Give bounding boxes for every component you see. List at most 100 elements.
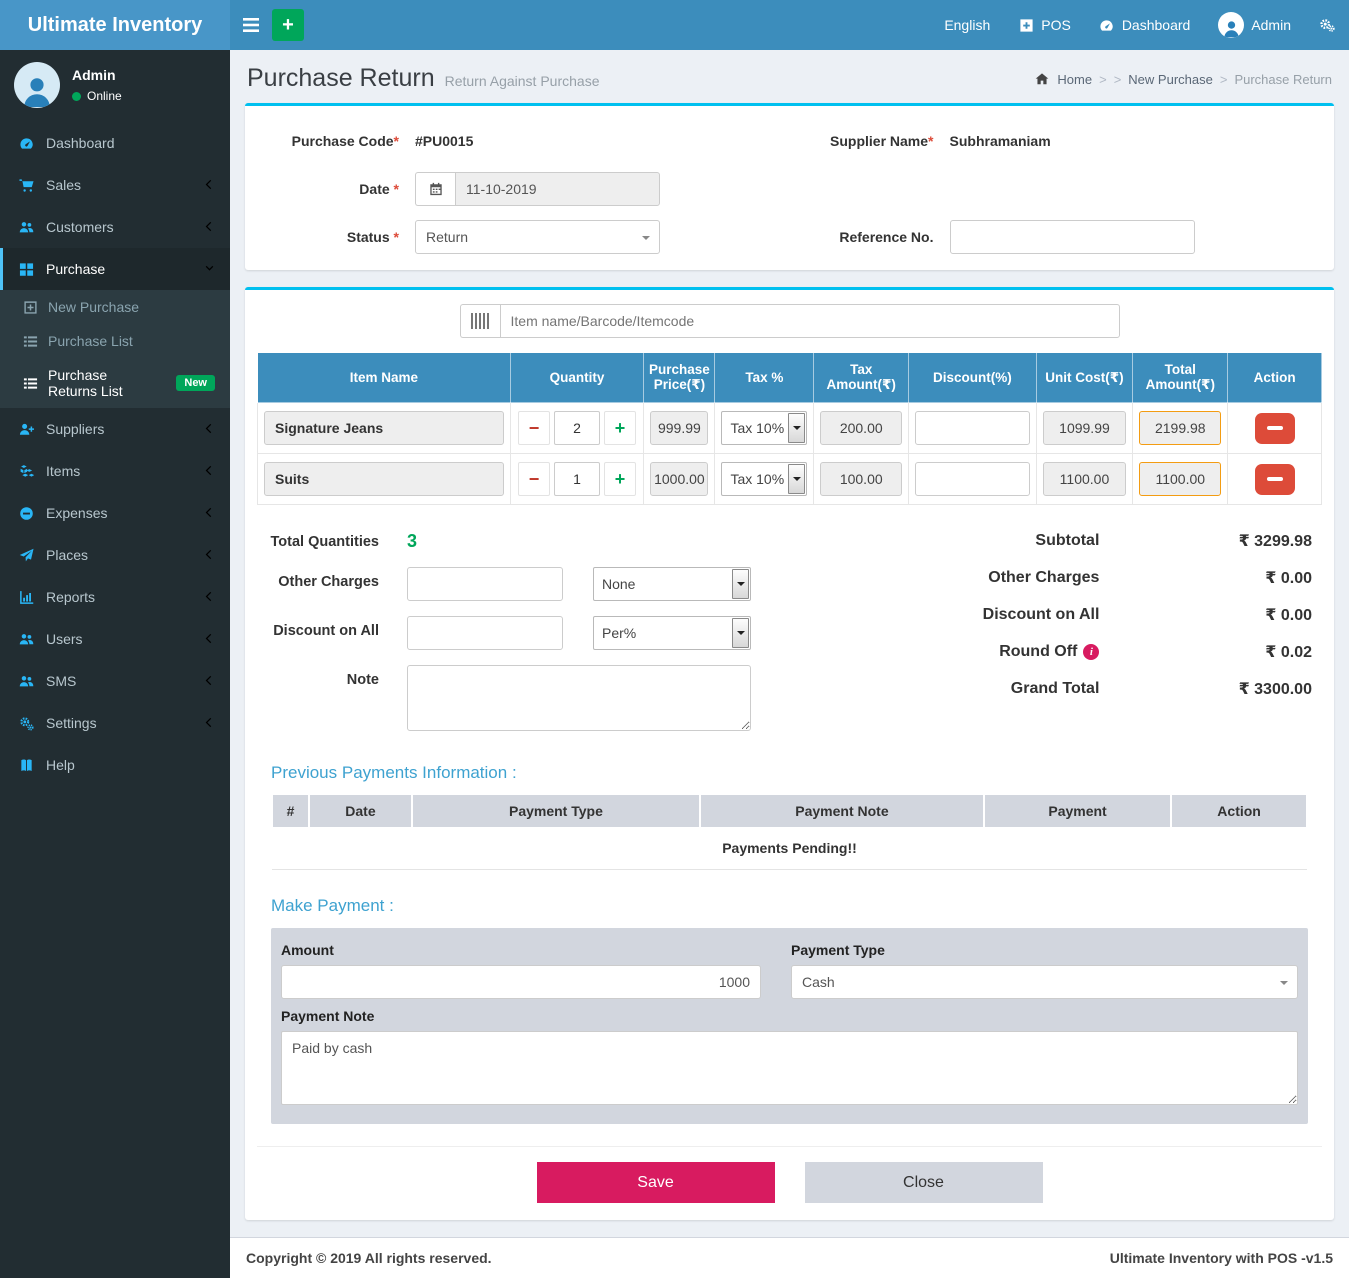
sidebar-item-purchase[interactable]: Purchase: [0, 248, 230, 290]
close-button[interactable]: Close: [805, 1162, 1043, 1203]
previous-payments-table: # Date Payment Type Payment Note Payment…: [271, 795, 1308, 870]
note-textarea[interactable]: [407, 665, 751, 731]
remove-item-button[interactable]: [1255, 413, 1295, 444]
other-charges-total-value: ₹ 0.00: [1099, 568, 1312, 588]
note-label: Note: [267, 665, 407, 688]
status-select[interactable]: Return: [415, 220, 660, 254]
reference-input[interactable]: [950, 220, 1195, 254]
discount-input[interactable]: [915, 411, 1029, 445]
chevron-left-icon: [204, 219, 215, 235]
sidebar-toggle-button[interactable]: [230, 0, 272, 50]
purchase-price: 999.99: [650, 411, 708, 445]
save-button[interactable]: Save: [537, 1162, 775, 1203]
sidebar-item-settings[interactable]: Settings: [0, 702, 230, 744]
quick-add-button[interactable]: +: [272, 9, 304, 41]
user-menu[interactable]: Admin: [1218, 12, 1291, 38]
chevron-down-icon: [204, 261, 215, 277]
discount-on-all-total-value: ₹ 0.00: [1099, 605, 1312, 625]
sidebar-user-name: Admin: [72, 67, 122, 83]
qty-decrease-button[interactable]: −: [518, 462, 550, 496]
other-charges-type-select[interactable]: None: [593, 567, 751, 601]
item-search-input[interactable]: [500, 304, 1120, 338]
discount-type-select[interactable]: Per%: [593, 616, 751, 650]
other-charges-input[interactable]: [407, 567, 563, 601]
pp-col-payment-note: Payment Note: [700, 795, 984, 828]
sidebar-item-places[interactable]: Places: [0, 534, 230, 576]
sidebar-item-help[interactable]: Help: [0, 744, 230, 786]
breadcrumb-home[interactable]: Home: [1057, 72, 1092, 87]
col-tax-amount: Tax Amount(₹): [814, 353, 909, 403]
make-payment-heading: Make Payment :: [271, 896, 1308, 916]
cubes-icon: [18, 463, 34, 479]
page-subtitle: Return Against Purchase: [445, 73, 600, 89]
make-payment-panel: Amount Payment Type Cash Payment Note Pa…: [271, 928, 1308, 1124]
qty-input[interactable]: [554, 411, 600, 445]
tax-select[interactable]: Tax 10%: [721, 462, 807, 496]
date-label: Date *: [255, 181, 415, 197]
app-logo[interactable]: Ultimate Inventory: [0, 0, 230, 50]
home-icon: [1034, 71, 1050, 87]
payment-type-select[interactable]: Cash: [791, 965, 1298, 999]
sidebar-item-reports[interactable]: Reports: [0, 576, 230, 618]
qty-increase-button[interactable]: +: [604, 462, 636, 496]
submenu-item-new-purchase[interactable]: New Purchase: [0, 290, 230, 324]
avatar: [14, 62, 60, 108]
tachometer-icon: [18, 135, 34, 151]
sidebar-menu: Dashboard Sales Customers Purchase N: [0, 122, 230, 1278]
submenu-item-purchase-returns-list[interactable]: Purchase Returns List New: [0, 358, 230, 408]
sidebar-item-customers[interactable]: Customers: [0, 206, 230, 248]
pp-col-payment: Payment: [984, 795, 1171, 828]
submenu-item-purchase-list[interactable]: Purchase List: [0, 324, 230, 358]
total-quantities-label: Total Quantities: [267, 527, 407, 550]
cogs-icon: [1319, 17, 1335, 33]
sidebar-item-users[interactable]: Users: [0, 618, 230, 660]
calendar-icon[interactable]: [415, 172, 455, 206]
sidebar-item-expenses[interactable]: Expenses: [0, 492, 230, 534]
page-header: Purchase Return Return Against Purchase …: [245, 50, 1334, 103]
payment-note-textarea[interactable]: Paid by cash: [281, 1031, 1298, 1105]
minus-circle-icon: [18, 505, 34, 521]
sidebar-item-suppliers[interactable]: Suppliers: [0, 408, 230, 450]
pp-col-number: #: [272, 795, 309, 828]
sidebar-item-sales[interactable]: Sales: [0, 164, 230, 206]
sidebar-item-sms[interactable]: SMS: [0, 660, 230, 702]
tachometer-icon: [1099, 17, 1115, 33]
discount-on-all-input[interactable]: [407, 616, 563, 650]
settings-menu[interactable]: [1319, 17, 1335, 33]
purchase-price: 1000.00: [650, 462, 708, 496]
qty-input[interactable]: [554, 462, 600, 496]
plus-square-outline-icon: [22, 299, 38, 315]
date-input[interactable]: [455, 172, 660, 206]
app-root: Ultimate Inventory Admin Online Dashboar…: [0, 0, 1349, 1278]
pp-col-action: Action: [1171, 795, 1307, 828]
tax-select[interactable]: Tax 10%: [721, 411, 807, 445]
sidebar: Ultimate Inventory Admin Online Dashboar…: [0, 0, 230, 1278]
info-icon[interactable]: i: [1083, 644, 1099, 660]
sidebar-item-dashboard[interactable]: Dashboard: [0, 122, 230, 164]
col-discount: Discount(%): [909, 353, 1036, 403]
tax-amount: 100.00: [820, 462, 902, 496]
tax-amount: 200.00: [820, 411, 902, 445]
remove-item-button[interactable]: [1255, 464, 1295, 495]
chevron-left-icon: [204, 505, 215, 521]
dashboard-link[interactable]: Dashboard: [1099, 17, 1191, 33]
online-dot-icon: [72, 92, 81, 101]
col-action: Action: [1228, 353, 1322, 403]
previous-payments-heading: Previous Payments Information :: [271, 763, 1308, 783]
language-menu[interactable]: English: [944, 17, 990, 33]
table-row: Signature Jeans − + 999.99 Tax 10%: [258, 403, 1322, 454]
date-input-group: [415, 172, 660, 206]
avatar: [1218, 12, 1244, 38]
cart-icon: [18, 177, 34, 193]
discount-input[interactable]: [915, 462, 1029, 496]
pos-link[interactable]: POS: [1018, 17, 1071, 33]
qty-decrease-button[interactable]: −: [518, 411, 550, 445]
sidebar-item-items[interactable]: Items: [0, 450, 230, 492]
breadcrumb-parent[interactable]: New Purchase: [1128, 72, 1213, 87]
supplier-label: Supplier Name*: [790, 133, 950, 149]
other-charges-total-label: Other Charges: [852, 569, 1099, 587]
qty-increase-button[interactable]: +: [604, 411, 636, 445]
version-text: Ultimate Inventory with POS -v1.5: [1110, 1250, 1333, 1266]
amount-input[interactable]: [281, 965, 761, 999]
main-area: + English POS Dashboard Admin: [230, 0, 1349, 1278]
